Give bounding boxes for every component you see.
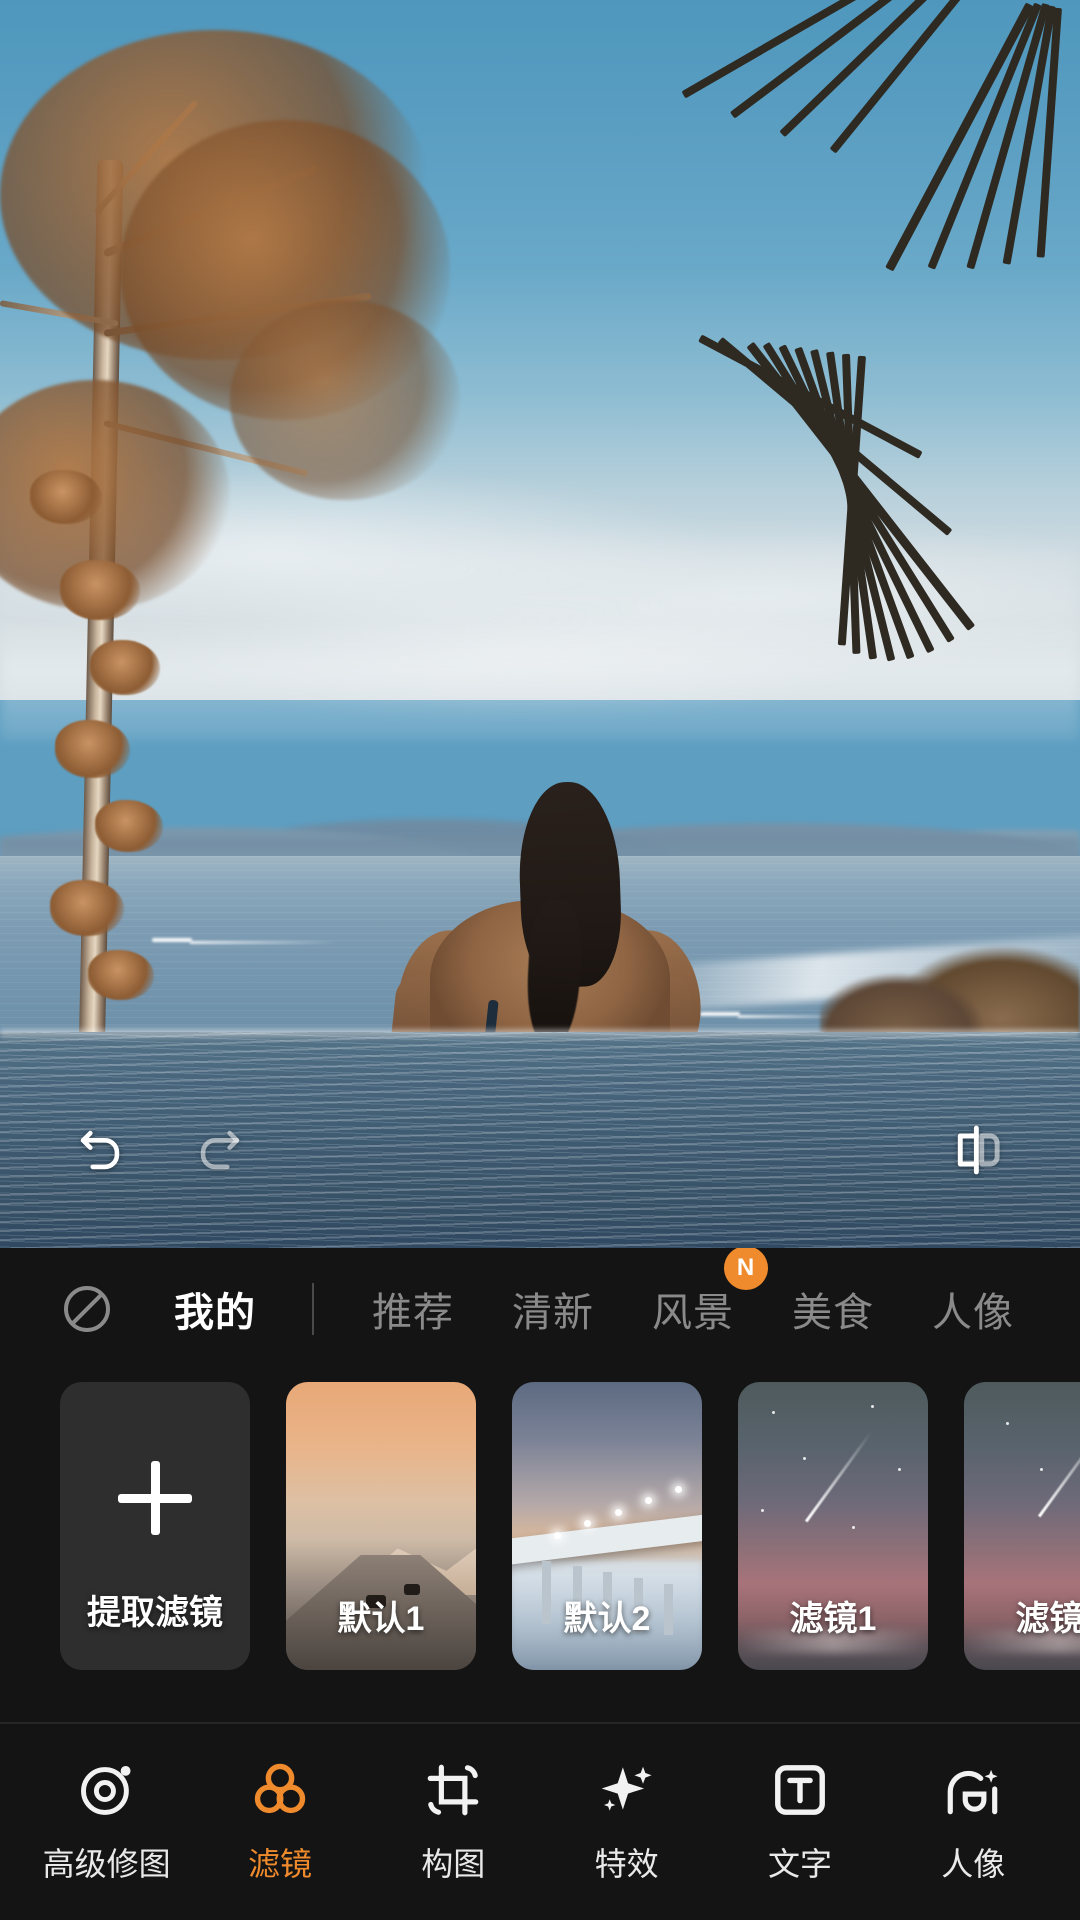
nav-item-portrait[interactable]: 人像 xyxy=(898,1759,1048,1885)
crop-icon xyxy=(427,1764,479,1816)
filter-card-label: 默认1 xyxy=(337,1600,425,1638)
new-badge: N xyxy=(724,1248,768,1290)
undo-button[interactable] xyxy=(52,1102,148,1198)
nav-item-effects[interactable]: 特效 xyxy=(552,1759,702,1885)
photo-leaf xyxy=(95,800,163,852)
photo-boat-b xyxy=(700,1012,740,1016)
photo-pool-ripples xyxy=(0,1032,1080,1248)
sparkle-icon xyxy=(601,1766,652,1811)
filter-tab-label: 清新 xyxy=(512,1291,594,1335)
filter-card-label: 滤镜1 xyxy=(789,1600,877,1638)
photo-leaf xyxy=(50,880,124,936)
plus-icon xyxy=(118,1461,192,1535)
nav-item-label: 构图 xyxy=(421,1846,486,1882)
filter-tab-fresh[interactable]: 清新 xyxy=(512,1280,594,1338)
photo-leaf xyxy=(55,720,130,778)
nav-item-text[interactable]: 文字 xyxy=(725,1759,875,1885)
photo-boat-trail-a xyxy=(190,941,340,944)
filter-card-label: 提取滤镜 xyxy=(87,1594,223,1632)
redo-button[interactable] xyxy=(172,1102,268,1198)
text-box-icon xyxy=(775,1765,825,1815)
photo-leaf xyxy=(30,470,102,524)
filter-card-extract[interactable]: 提取滤镜 xyxy=(60,1382,250,1670)
filter-card-default2[interactable]: 默认2 xyxy=(512,1382,702,1670)
filter-panel: 我的 推荐 清新 风景 N 美食 人像 提取滤镜 默认1 默认2 滤镜1 滤镜 … xyxy=(0,1248,1080,1920)
nav-item-label: 文字 xyxy=(767,1846,832,1882)
nav-item-label: 人像 xyxy=(941,1846,1006,1882)
circles-icon xyxy=(254,1763,306,1814)
photo-leaf xyxy=(60,560,140,620)
bottom-toolbar[interactable]: 高级修图 滤镜 构图 特效 文字 人像 xyxy=(0,1724,1080,1920)
filter-card-filter1[interactable]: 滤镜1 xyxy=(738,1382,928,1670)
filter-tab-mine[interactable]: 我的 xyxy=(174,1280,256,1338)
nav-item-label: 特效 xyxy=(594,1846,659,1882)
filter-tab-landscape[interactable]: 风景 N xyxy=(652,1248,768,1338)
filter-tab-portrait[interactable]: 人像 xyxy=(932,1280,1014,1338)
filter-card-label: 滤镜2 xyxy=(1015,1600,1080,1638)
no-filter-icon xyxy=(64,1286,110,1332)
filter-card-label: 默认2 xyxy=(563,1600,651,1638)
no-filter-button[interactable] xyxy=(58,1280,116,1338)
nav-item-label: 滤镜 xyxy=(247,1846,312,1882)
photo-preview[interactable] xyxy=(0,0,1080,1248)
filter-tab-label: 风景 xyxy=(652,1291,734,1335)
filter-tab-label: 人像 xyxy=(932,1291,1014,1335)
compare-icon xyxy=(957,1125,1000,1175)
photo-leaf xyxy=(88,950,154,1000)
filter-tab-recommend[interactable]: 推荐 xyxy=(372,1280,454,1338)
portrait-icon xyxy=(947,1769,998,1815)
filter-card-filter2[interactable]: 滤镜2 xyxy=(964,1382,1080,1670)
filter-thumbnail-strip[interactable]: 提取滤镜 默认1 默认2 滤镜1 滤镜 xyxy=(0,1382,1080,1672)
photo-editor-screen: 我的 推荐 清新 风景 N 美食 人像 提取滤镜 默认1 默认2 滤镜1 滤镜 … xyxy=(0,0,1080,1920)
compare-button[interactable] xyxy=(930,1102,1026,1198)
photo-palm-frond-2 xyxy=(698,330,1080,850)
filter-tab-food[interactable]: 美食 xyxy=(792,1280,874,1338)
nav-item-label: 高级修图 xyxy=(42,1846,171,1882)
filter-tab-label: 我的 xyxy=(174,1291,256,1335)
nav-item-filter[interactable]: 滤镜 xyxy=(205,1759,355,1885)
photo-foliage xyxy=(230,300,460,500)
undo-icon xyxy=(80,1130,120,1170)
photo-boat-a xyxy=(152,938,192,942)
nav-item-advanced[interactable]: 高级修图 xyxy=(32,1759,182,1885)
filter-tab-label: 推荐 xyxy=(372,1291,454,1335)
nav-item-compose[interactable]: 构图 xyxy=(378,1759,528,1885)
redo-icon xyxy=(200,1130,240,1170)
aperture-icon xyxy=(80,1765,131,1815)
photo-leaf xyxy=(90,640,160,695)
filter-tab-label: 美食 xyxy=(792,1291,874,1335)
filter-category-tabs[interactable]: 我的 推荐 清新 风景 N 美食 人像 xyxy=(0,1248,1080,1370)
filter-card-default1[interactable]: 默认1 xyxy=(286,1382,476,1670)
tab-separator xyxy=(312,1283,314,1335)
